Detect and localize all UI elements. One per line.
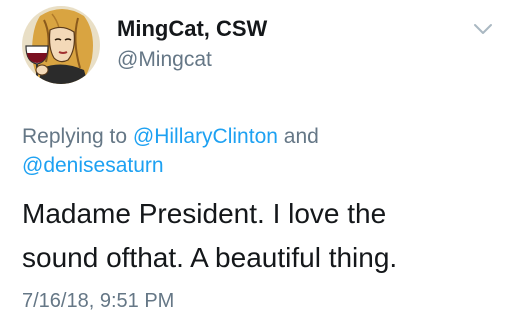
mention-link-denisesaturn[interactable]: @denisesaturn [22, 154, 164, 177]
display-name[interactable]: MingCat, CSW [117, 16, 267, 42]
mention-link-hillaryclinton[interactable]: @HillaryClinton [133, 125, 278, 148]
user-handle[interactable]: @Mingcat [117, 48, 212, 72]
replying-to-label: Replying to [22, 125, 128, 148]
tweet-text-line-1: Madame President. I love the [22, 198, 387, 229]
replying-to-line: Replying to @HillaryClinton and [22, 123, 319, 151]
tweet-timestamp[interactable]: 7/16/18, 9:51 PM [22, 290, 174, 313]
tweet-text-line-2: sound ofthat. A beautiful thing. [22, 242, 398, 273]
avatar-illustration-icon [22, 6, 100, 84]
avatar[interactable] [22, 6, 100, 84]
replying-to-line-2: @denisesaturn [22, 152, 164, 180]
chevron-down-icon[interactable] [472, 22, 494, 36]
replying-to-joiner: and [283, 125, 319, 148]
tweet-card: MingCat, CSW @Mingcat Replying to @Hilla… [0, 0, 512, 332]
